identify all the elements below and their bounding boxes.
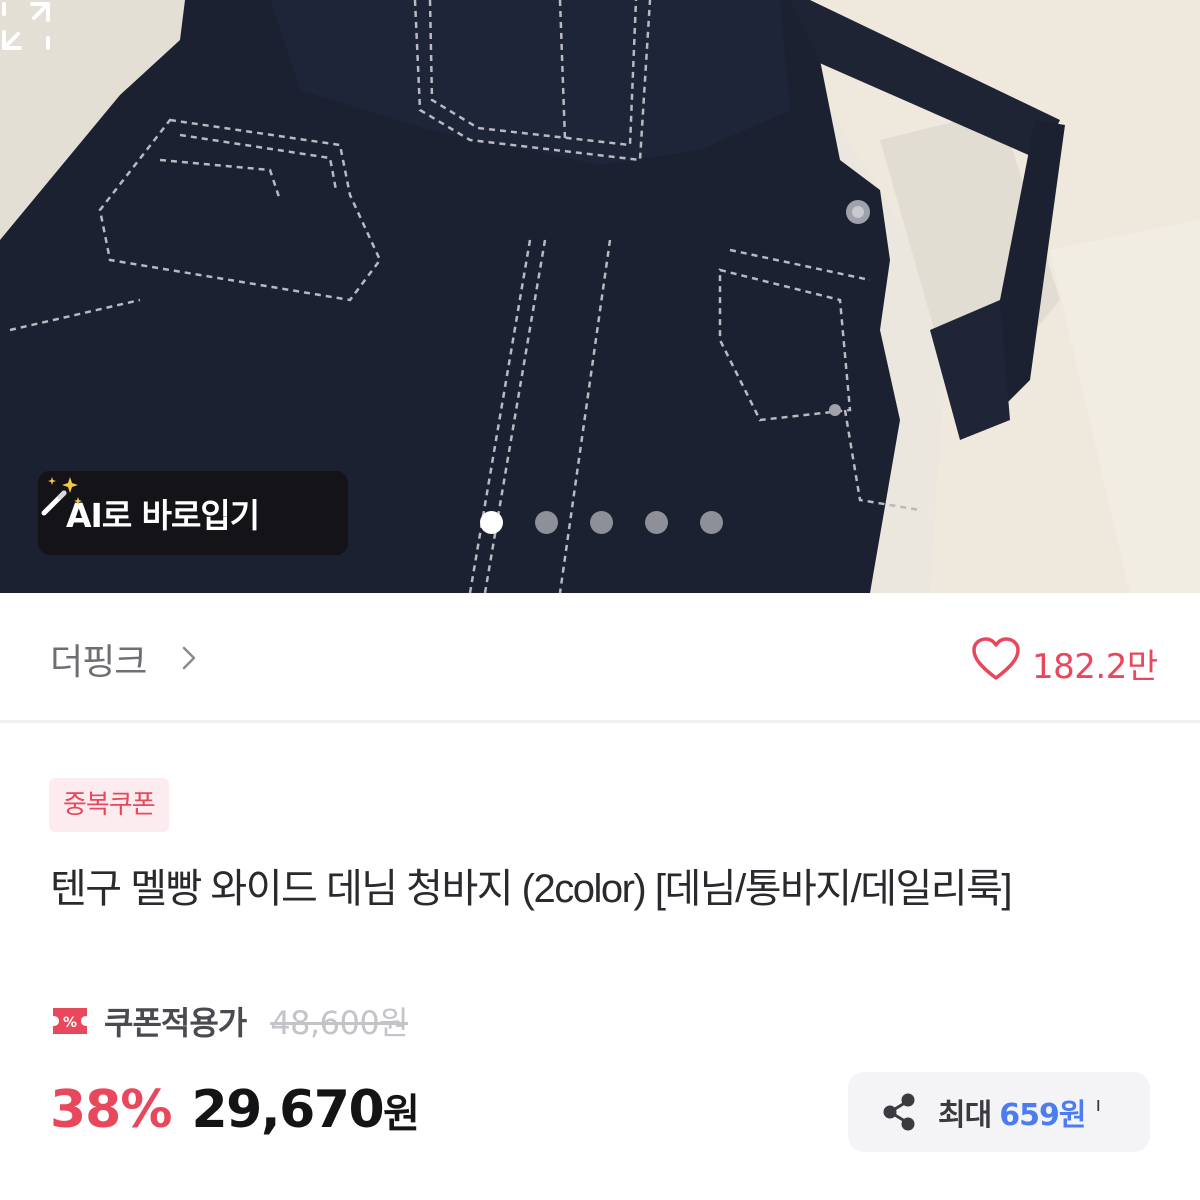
sale-price: 29,670 (191, 1080, 384, 1140)
share-reward-label: 최대 (938, 1098, 992, 1133)
share-reward-marker: ı (1095, 1092, 1101, 1116)
ai-try-on-button[interactable]: AI로 바로입기 (38, 471, 348, 555)
carousel-indicator (480, 511, 723, 534)
store-name-link[interactable]: 더핑크 (50, 633, 147, 685)
store-row: 더핑크 182.2만 (0, 593, 1200, 723)
expand-icon[interactable] (0, 0, 52, 52)
original-price: 48,600원 (270, 1004, 409, 1042)
carousel-dot[interactable] (645, 511, 668, 534)
coupon-icon: % (53, 1008, 87, 1034)
carousel-dot[interactable] (535, 511, 558, 534)
price-row: 38% 29,670 원 (50, 1080, 420, 1140)
chevron-right-icon[interactable] (178, 645, 200, 671)
product-title: 텐구 멜빵 와이드 데님 청바지 (2color) [데님/통바지/데일리룩] (50, 867, 1013, 911)
share-reward-button[interactable]: 최대 659원 ı (848, 1072, 1150, 1152)
coupon-badge: 중복쿠폰 (49, 778, 169, 832)
share-reward-amount: 659원 (999, 1098, 1086, 1133)
share-icon (883, 1093, 915, 1131)
price-unit: 원 (383, 1091, 420, 1137)
coupon-price-label: 쿠폰적용가 (104, 1004, 247, 1042)
coupon-price-line: % 쿠폰적용가 48,600원 (50, 998, 409, 1044)
magic-wand-icon (41, 477, 82, 516)
ai-try-on-label: AI로 바로입기 (66, 496, 260, 535)
heart-icon[interactable] (972, 637, 1020, 681)
carousel-dot[interactable] (590, 511, 613, 534)
product-image-carousel[interactable]: AI로 바로입기 (0, 0, 1200, 593)
svg-text:%: % (63, 1015, 77, 1031)
carousel-dot[interactable] (480, 511, 503, 534)
discount-rate: 38% (50, 1080, 172, 1140)
carousel-dot[interactable] (700, 511, 723, 534)
like-count: 182.2만 (1032, 647, 1158, 687)
